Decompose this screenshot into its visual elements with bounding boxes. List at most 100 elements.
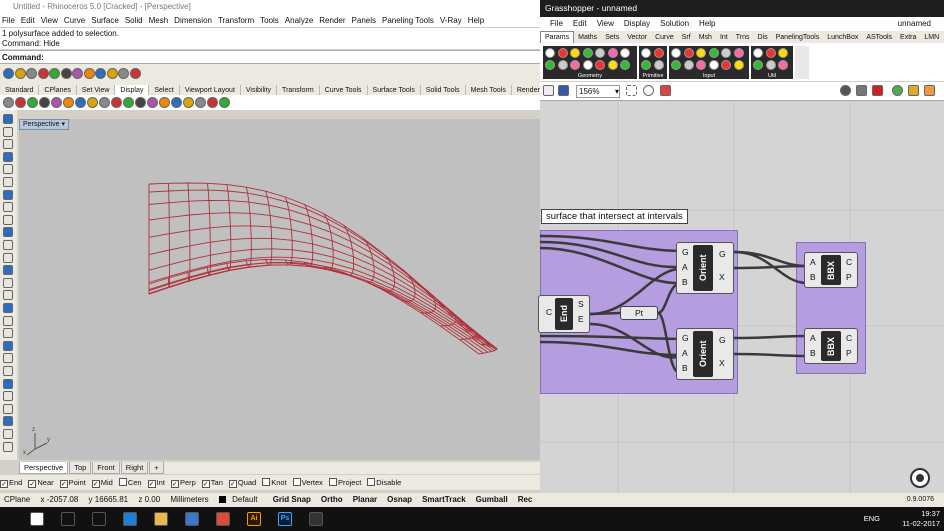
osnap-checkbox[interactable]: ✓ (59, 480, 68, 488)
osnap-cen[interactable]: Cen (118, 475, 145, 490)
osnap-disable[interactable]: Disable (367, 475, 404, 490)
tool-icon[interactable] (3, 265, 13, 276)
display-tool-icon[interactable] (39, 97, 50, 108)
osnap-checkbox[interactable]: ✓ (147, 480, 156, 488)
toolbar-icon[interactable] (106, 68, 118, 79)
viewport-tab-top[interactable]: Top (69, 462, 92, 474)
ribbon-component-icon[interactable] (557, 60, 568, 70)
display-tool-icon[interactable] (183, 97, 194, 108)
osnap-checkbox[interactable] (262, 478, 271, 486)
osnap-end[interactable]: ✓ End (0, 475, 25, 490)
display-tool-icon[interactable] (3, 97, 14, 108)
tool-icon[interactable] (3, 328, 13, 339)
tool-icon[interactable] (3, 139, 13, 150)
osnap-checkbox[interactable] (292, 478, 301, 486)
menu-panels[interactable]: Panels (352, 16, 376, 25)
perspective-viewport[interactable]: z y x (19, 119, 540, 460)
tool-icon[interactable] (3, 227, 13, 238)
file-explorer-icon[interactable] (154, 512, 168, 526)
viewport-title-tab[interactable]: Perspective ▾ (19, 119, 69, 130)
gh-menu-display[interactable]: Display (624, 19, 650, 28)
toolbar-tab-cplanes[interactable]: CPlanes (39, 85, 77, 95)
menu-render[interactable]: Render (319, 16, 345, 25)
toolbar-icon[interactable] (129, 68, 141, 79)
pen-icon[interactable] (660, 85, 671, 96)
display-tool-icon[interactable] (207, 97, 218, 108)
ribbon-component-icon[interactable] (765, 60, 776, 70)
ribbon-component-icon[interactable] (557, 48, 568, 58)
ribbon-component-icon[interactable] (582, 48, 593, 58)
gh-menu-edit[interactable]: Edit (573, 19, 587, 28)
menu-edit[interactable]: Edit (21, 16, 35, 25)
navigation-widget-icon[interactable] (908, 466, 936, 490)
menu-view[interactable]: View (41, 16, 58, 25)
tool-icon[interactable] (3, 441, 13, 452)
osnap-knot[interactable]: Knot (262, 475, 289, 490)
display-tool-icon[interactable] (123, 97, 134, 108)
material-icon[interactable] (908, 85, 919, 96)
ribbon-component-icon[interactable] (570, 60, 580, 70)
store-icon[interactable] (185, 512, 199, 526)
ribbon-component-icon[interactable] (641, 60, 651, 70)
grasshopper-canvas[interactable]: surface that intersect at intervals C En… (538, 102, 944, 493)
gh-menu-help[interactable]: Help (699, 19, 715, 28)
tool-icon[interactable] (3, 391, 13, 402)
display-tool-icon[interactable] (159, 97, 170, 108)
status-mode-rec[interactable]: Rec (513, 493, 538, 507)
ribbon-component-icon[interactable] (733, 60, 744, 70)
osnap-checkbox[interactable]: ✓ (201, 480, 210, 488)
clock-time[interactable]: 19:37 (902, 509, 940, 519)
chrome-icon[interactable] (216, 512, 230, 526)
status-units[interactable]: Millimeters (166, 493, 212, 507)
viewport-tab-add[interactable]: + (149, 462, 164, 474)
ribbon-component-icon[interactable] (582, 60, 593, 70)
menu-analyze[interactable]: Analyze (285, 16, 313, 25)
status-mode-planar[interactable]: Planar (348, 493, 382, 507)
tool-icon[interactable] (3, 240, 13, 250)
gh-menu-file[interactable]: File (550, 19, 563, 28)
ribbon-component-icon[interactable] (778, 60, 788, 70)
osnap-checkbox[interactable]: ✓ (0, 480, 8, 488)
ribbon-component-icon[interactable] (696, 60, 706, 70)
tool-icon[interactable] (3, 252, 13, 263)
ribbon-component-icon[interactable] (708, 48, 719, 58)
preview-icon[interactable] (840, 85, 851, 96)
display-tool-icon[interactable] (135, 97, 146, 108)
osnap-project[interactable]: Project (328, 475, 364, 490)
language-indicator[interactable]: ENG (864, 514, 880, 524)
bbx-component-2[interactable]: A B BBX C P (804, 328, 858, 364)
ribbon-component-icon[interactable] (595, 60, 605, 70)
tool-icon[interactable] (3, 164, 13, 175)
toolbar-icon[interactable] (95, 68, 106, 79)
ribbon-component-icon[interactable] (545, 60, 555, 70)
tool-icon[interactable] (3, 126, 13, 137)
ribbon-component-icon[interactable] (778, 48, 788, 58)
illustrator-icon[interactable]: Ai (247, 512, 261, 526)
toolbar-tab-curve-tools[interactable]: Curve Tools (320, 85, 368, 95)
osnap-near[interactable]: ✓ Near (28, 475, 56, 490)
ribbon-component-icon[interactable] (671, 48, 681, 58)
sphere-icon[interactable] (892, 85, 903, 96)
display-tool-icon[interactable] (99, 97, 110, 108)
menu-dimension[interactable]: Dimension (174, 16, 212, 25)
ribbon-component-icon[interactable] (653, 48, 664, 58)
display-tool-icon[interactable] (87, 97, 98, 108)
toolbar-icon[interactable] (60, 68, 72, 79)
status-mode-ortho[interactable]: Ortho (316, 493, 348, 507)
osnap-point[interactable]: ✓ Point (59, 475, 89, 490)
tool-icon[interactable] (3, 303, 13, 313)
toolbar-tab-select[interactable]: Select (149, 85, 180, 95)
status-mode-grid-snap[interactable]: Grid Snap (268, 493, 316, 507)
ribbon-component-icon[interactable] (765, 48, 776, 58)
osnap-checkbox[interactable]: ✓ (91, 480, 100, 488)
osnap-checkbox[interactable]: ✓ (28, 480, 37, 488)
tool-icon[interactable] (3, 214, 13, 225)
ribbon-component-icon[interactable] (683, 60, 694, 70)
ribbon-component-icon[interactable] (641, 48, 651, 58)
tool-icon[interactable] (3, 290, 13, 301)
ribbon-component-icon[interactable] (753, 48, 763, 58)
status-mode-smarttrack[interactable]: SmartTrack (417, 493, 471, 507)
pt-component[interactable]: Pt (620, 306, 658, 320)
tool-icon[interactable] (3, 151, 13, 162)
task-view-icon[interactable] (92, 512, 106, 526)
